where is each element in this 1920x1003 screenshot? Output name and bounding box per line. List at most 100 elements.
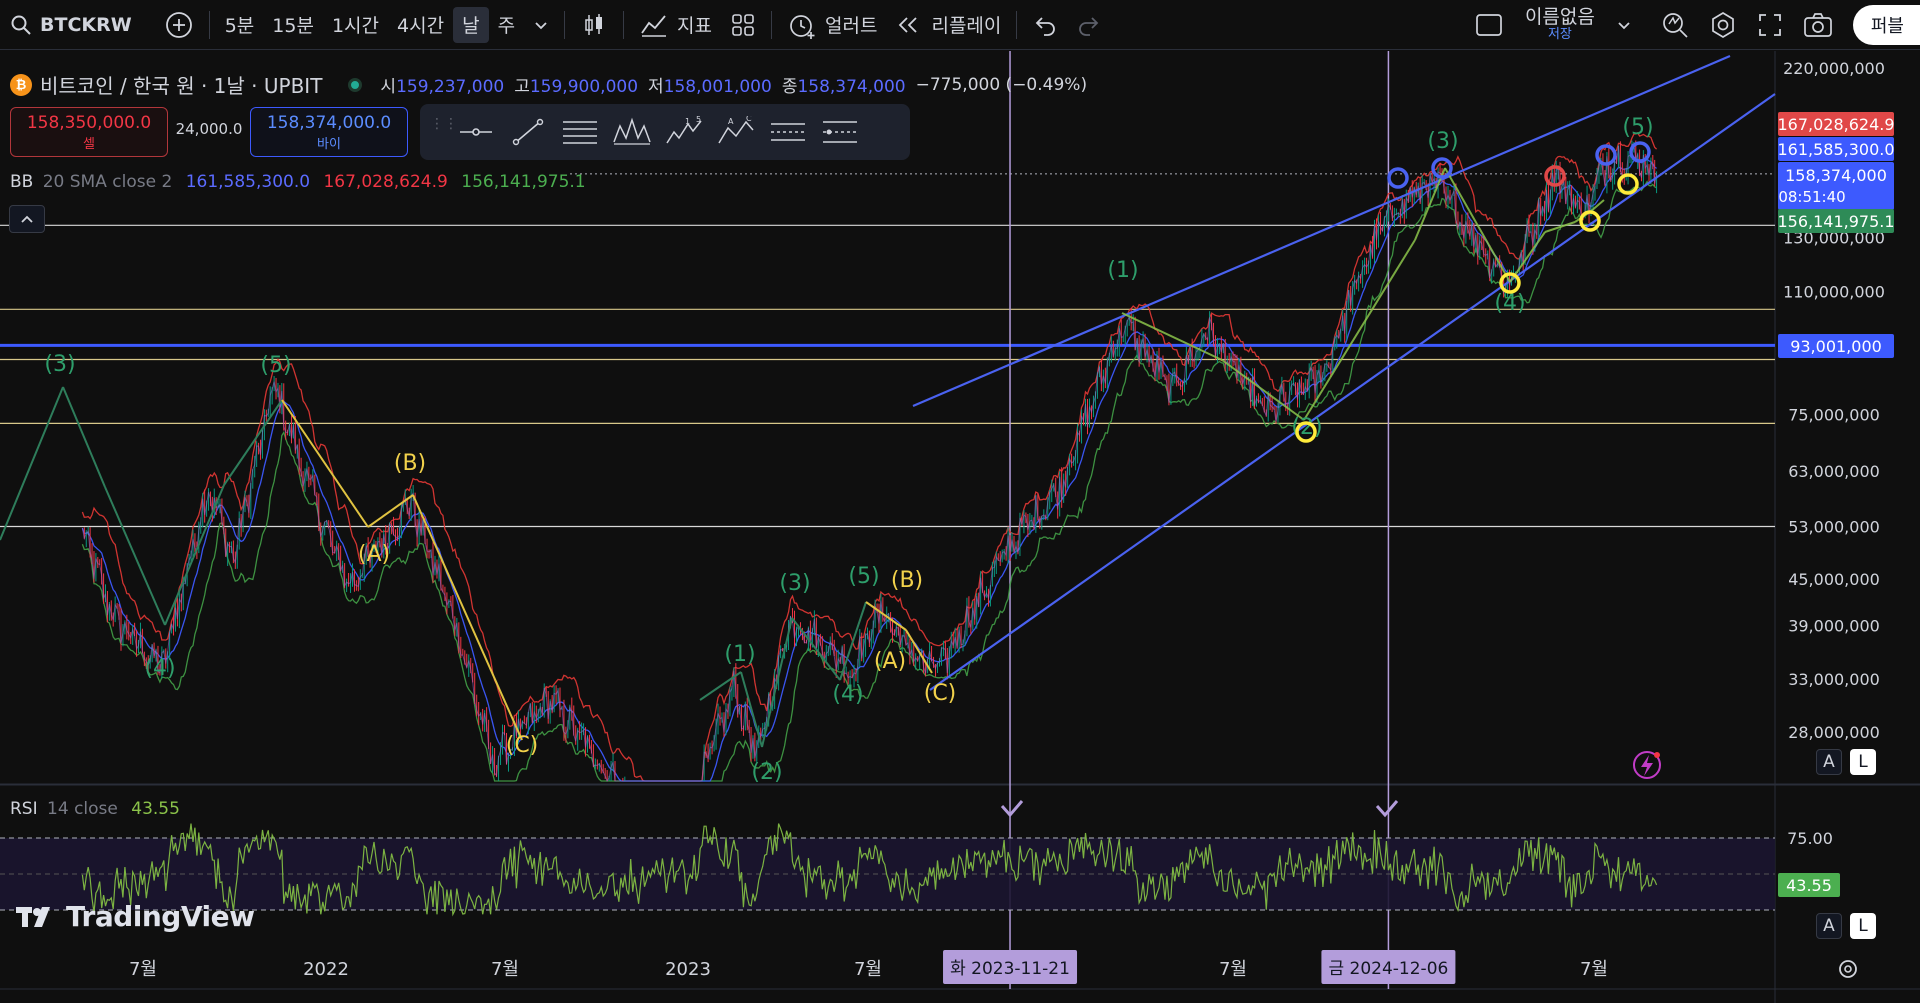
price-tick-label: 39,000,000	[1788, 616, 1880, 635]
separator	[771, 10, 773, 39]
rsi-name: RSI	[10, 799, 38, 819]
tradingview-logo[interactable]: TradingView	[16, 900, 255, 933]
rsi-log-scale-button[interactable]: L	[1850, 913, 1876, 939]
chevron-down-icon	[1618, 22, 1630, 30]
separator	[623, 10, 625, 39]
grid-icon	[732, 13, 754, 36]
alert-label: 얼러트	[825, 15, 878, 37]
chart-area[interactable]: (3) (4) (5) (A) (B) (C) (1) (2) (3) (4) (5) (A) (B) (…	[0, 51, 1920, 1003]
interval-1h[interactable]: 1시간	[323, 7, 388, 43]
svg-text:A: A	[728, 117, 734, 126]
quick-search-button[interactable]	[1651, 7, 1699, 43]
gear-icon	[1712, 12, 1734, 38]
snapshot-button[interactable]	[1793, 7, 1843, 43]
drawing-toolbar: ⋮⋮ 15 AC	[420, 104, 910, 160]
wave-label: (B)	[891, 568, 923, 593]
bb-lower-value: 156,141,975.1	[461, 172, 586, 192]
sell-button[interactable]: 158,350,000.0 셀	[10, 107, 168, 157]
time-tick-label: 2023	[665, 959, 711, 980]
interval-dropdown[interactable]	[524, 7, 558, 43]
price-tick-label: 75,000,000	[1788, 406, 1880, 425]
time-tick-label: 7월	[1219, 959, 1247, 980]
interval-4h[interactable]: 4시간	[388, 7, 453, 43]
time-tick-label: 7월	[1580, 959, 1608, 980]
layout-name-button[interactable]: 이름없음 저장	[1513, 7, 1607, 43]
compare-button[interactable]	[155, 7, 203, 43]
settings-button[interactable]	[1699, 7, 1747, 43]
plus-circle-icon	[165, 11, 192, 38]
undo-button[interactable]	[1023, 7, 1067, 43]
bb-legend[interactable]: BB 20 SMA close 2 161,585,300.0 167,028,…	[10, 172, 586, 192]
interval-15m[interactable]: 15분	[263, 7, 323, 43]
svg-text:C: C	[746, 116, 752, 123]
last-price-text: 158,374,000	[1785, 166, 1887, 185]
parallel-channel-tool[interactable]	[554, 112, 606, 152]
time-axis: 7월 2022 7월 2023 7월 7월 7월 화 2023-11-21 금 2024-12-…	[129, 950, 1608, 984]
symbol-search[interactable]: BTCKRW	[0, 7, 141, 43]
templates-button[interactable]	[721, 7, 765, 43]
layout-toggle[interactable]	[1465, 7, 1513, 43]
search-icon	[11, 15, 31, 35]
buy-button[interactable]: 158,374,000.0 바이	[250, 107, 408, 157]
wave-label: (A)	[358, 542, 390, 567]
buy-label: 바이	[317, 136, 341, 152]
svg-text:1: 1	[685, 117, 690, 126]
candlestick-icon	[585, 13, 603, 35]
buy-price: 158,374,000.0	[266, 112, 392, 133]
collapse-legend-button[interactable]	[9, 205, 45, 233]
horizontal-line-price-badge-text: 93,001,000	[1790, 337, 1882, 356]
trend-line-tool[interactable]	[502, 112, 554, 152]
wave-label: (4)	[144, 656, 175, 681]
bb-upper-price-badge-text: 167,028,624.9	[1777, 115, 1894, 134]
last-price-badge: 158,374,000 08:51:40	[1778, 162, 1894, 210]
publish-button[interactable]: 퍼블	[1852, 5, 1920, 45]
indicators-label: 지표	[677, 15, 713, 37]
replay-button[interactable]: 리플레이	[886, 7, 1010, 43]
interval-1w[interactable]: 주	[489, 7, 524, 43]
elliott-impulse-tool[interactable]: 15	[658, 112, 710, 152]
layout-dropdown[interactable]	[1607, 7, 1641, 43]
forecast-tool[interactable]	[762, 112, 814, 152]
price-chart[interactable]: (3) (4) (5) (A) (B) (C) (1) (2) (3) (4) (5) (A) (B) (…	[0, 51, 1920, 1003]
rsi-band-fill	[0, 838, 1775, 910]
rsi-params: 14 close	[47, 799, 118, 819]
auto-scale-button[interactable]: A	[1816, 749, 1842, 775]
wave-label: (1)	[724, 642, 755, 667]
log-scale-button[interactable]: L	[1850, 749, 1876, 775]
fullscreen-button[interactable]	[1747, 7, 1793, 43]
top-toolbar: BTCKRW 5분 15분 1시간 4시간 날 주 지표 얼러트 리플레이 이름…	[0, 0, 1920, 50]
redo-button[interactable]	[1067, 7, 1111, 43]
rsi-level-label: 75.00	[1787, 829, 1833, 848]
drag-handle-icon[interactable]: ⋮⋮	[430, 117, 458, 144]
bb-lower-price-badge-text: 156,141,975.1	[1777, 212, 1894, 231]
date-range-tool[interactable]	[814, 112, 866, 152]
wave-label: (2)	[1291, 415, 1322, 440]
price-tick-label: 33,000,000	[1788, 670, 1880, 689]
horizontal-line-icon	[460, 128, 492, 136]
interval-1d[interactable]: 날	[453, 6, 489, 43]
pattern-tool[interactable]	[606, 112, 658, 152]
rsi-value: 43.55	[131, 799, 180, 819]
axis-settings-icon[interactable]	[1839, 960, 1857, 978]
bb-params: 20 SMA close 2	[42, 172, 173, 192]
axis-settings-hub	[1844, 965, 1852, 973]
rsi-auto-scale-button[interactable]: A	[1816, 913, 1842, 939]
elliott-impulse-icon: 15	[666, 116, 702, 144]
rsi-value-badge: 43.55	[1778, 873, 1840, 897]
chart-type-button[interactable]	[571, 7, 617, 43]
bb-lower-price-badge: 156,141,975.1	[1777, 209, 1895, 233]
ohlc-high: 고159,900,000	[514, 77, 639, 97]
symbol-label: BTCKRW	[40, 13, 132, 36]
alert-button[interactable]: 얼러트	[778, 7, 886, 43]
rsi-legend[interactable]: RSI 14 close 43.55	[10, 799, 180, 819]
indicators-button[interactable]: 지표	[630, 7, 721, 43]
bb-name: BB	[10, 172, 34, 192]
price-tick-label: 110,000,000	[1783, 282, 1885, 301]
lightning-icon-dot	[1654, 752, 1660, 758]
market-status-icon[interactable]	[348, 77, 363, 92]
bb-upper-price-badge: 167,028,624.9	[1777, 112, 1895, 136]
cursor-date-text: 금 2024-12-06	[1328, 959, 1448, 979]
elliott-correction-tool[interactable]: AC	[710, 112, 762, 152]
horizontal-ray-tool[interactable]	[450, 112, 502, 152]
interval-5m[interactable]: 5분	[216, 7, 264, 43]
